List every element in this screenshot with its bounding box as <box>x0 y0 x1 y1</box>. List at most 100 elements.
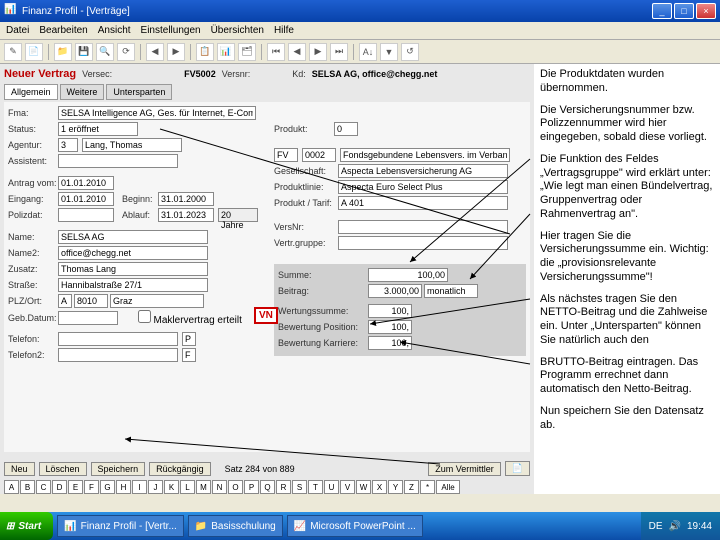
tool-first[interactable]: ⏮ <box>267 43 285 61</box>
abk-button[interactable]: 📄 <box>505 461 530 476</box>
alpha-Y[interactable]: Y <box>388 480 403 494</box>
beginn-input[interactable] <box>158 192 214 206</box>
alpha-R[interactable]: R <box>276 480 291 494</box>
menu-uebersichten[interactable]: Übersichten <box>211 25 264 36</box>
agentur-name[interactable] <box>82 138 182 152</box>
minimize-button[interactable]: _ <box>652 3 672 19</box>
tarif-input[interactable] <box>338 196 508 210</box>
alpha-I[interactable]: I <box>132 480 147 494</box>
alpha-*[interactable]: * <box>420 480 435 494</box>
tool-filter[interactable]: ▼ <box>380 43 398 61</box>
ablauf-input[interactable] <box>158 208 214 222</box>
task-1[interactable]: 📊Finanz Profil - [Vertr... <box>57 515 184 537</box>
task-3[interactable]: 📈Microsoft PowerPoint ... <box>287 515 423 537</box>
alpha-G[interactable]: G <box>100 480 115 494</box>
bewkar-input[interactable] <box>368 336 412 350</box>
produkt-input[interactable] <box>334 122 358 136</box>
alpha-E[interactable]: E <box>68 480 83 494</box>
tool-sort[interactable]: A↓ <box>359 43 377 61</box>
rueck-button[interactable]: Rückgängig <box>149 462 211 476</box>
alpha-X[interactable]: X <box>372 480 387 494</box>
telefon-input[interactable] <box>58 332 178 346</box>
fv-text[interactable] <box>340 148 510 162</box>
name2-input[interactable] <box>58 246 208 260</box>
lang-indicator[interactable]: DE <box>649 521 663 532</box>
menu-hilfe[interactable]: Hilfe <box>274 25 294 36</box>
produktlinie-input[interactable] <box>338 180 508 194</box>
tool-last[interactable]: ⏭ <box>330 43 348 61</box>
assistent-input[interactable] <box>58 154 178 168</box>
task-2[interactable]: 📁Basisschulung <box>188 515 283 537</box>
tab-weitere[interactable]: Weitere <box>60 84 105 100</box>
agentur-num[interactable] <box>58 138 78 152</box>
alpha-L[interactable]: L <box>180 480 195 494</box>
tool-next[interactable]: ▶ <box>309 43 327 61</box>
alpha-F[interactable]: F <box>84 480 99 494</box>
menu-bearbeiten[interactable]: Bearbeiten <box>39 25 87 36</box>
tool-7[interactable]: ◀ <box>146 43 164 61</box>
zusatz-input[interactable] <box>58 262 208 276</box>
alpha-D[interactable]: D <box>52 480 67 494</box>
alpha-J[interactable]: J <box>148 480 163 494</box>
close-button[interactable]: × <box>696 3 716 19</box>
menu-ansicht[interactable]: Ansicht <box>98 25 131 36</box>
tool-prev[interactable]: ◀ <box>288 43 306 61</box>
start-button[interactable]: ⊞ Start <box>0 512 53 540</box>
alpha-Q[interactable]: Q <box>260 480 275 494</box>
tool-3[interactable]: 📁 <box>54 43 72 61</box>
telefon2-input[interactable] <box>58 348 178 362</box>
status-input[interactable] <box>58 122 138 136</box>
tool-10[interactable]: 📊 <box>217 43 235 61</box>
polizdat-input[interactable] <box>58 208 114 222</box>
alpha-T[interactable]: T <box>308 480 323 494</box>
alpha-U[interactable]: U <box>324 480 339 494</box>
maximize-button[interactable]: □ <box>674 3 694 19</box>
makler-checkbox[interactable] <box>138 310 151 323</box>
tool-1[interactable]: ✎ <box>4 43 22 61</box>
alpha-V[interactable]: V <box>340 480 355 494</box>
zum-vermittler-button[interactable]: Zum Vermittler <box>428 462 501 476</box>
alpha-N[interactable]: N <box>212 480 227 494</box>
loeschen-button[interactable]: Löschen <box>39 462 87 476</box>
tool-4[interactable]: 💾 <box>75 43 93 61</box>
eingang-input[interactable] <box>58 192 114 206</box>
tool-6[interactable]: ⟳ <box>117 43 135 61</box>
neu-button[interactable]: Neu <box>4 462 35 476</box>
beitrag-zw[interactable] <box>424 284 478 298</box>
strasse-input[interactable] <box>58 278 208 292</box>
alpha-A[interactable]: A <box>4 480 19 494</box>
alpha-B[interactable]: B <box>20 480 35 494</box>
alpha-K[interactable]: K <box>164 480 179 494</box>
tool-5[interactable]: 🔍 <box>96 43 114 61</box>
alpha-P[interactable]: P <box>244 480 259 494</box>
tool-2[interactable]: 📄 <box>25 43 43 61</box>
telefon2-type[interactable] <box>182 348 196 362</box>
alpha-O[interactable]: O <box>228 480 243 494</box>
land-input[interactable] <box>58 294 72 308</box>
alpha-H[interactable]: H <box>116 480 131 494</box>
wert-input[interactable] <box>368 304 412 318</box>
summe-input[interactable] <box>368 268 448 282</box>
menu-einstellungen[interactable]: Einstellungen <box>141 25 201 36</box>
beitrag-input[interactable] <box>368 284 422 298</box>
alpha-Z[interactable]: Z <box>404 480 419 494</box>
tool-9[interactable]: 📋 <box>196 43 214 61</box>
menu-datei[interactable]: Datei <box>6 25 29 36</box>
tool-8[interactable]: ▶ <box>167 43 185 61</box>
name-input[interactable] <box>58 230 208 244</box>
tool-11[interactable]: 🗂 <box>238 43 256 61</box>
speichern-button[interactable]: Speichern <box>91 462 146 476</box>
plz-input[interactable] <box>74 294 108 308</box>
vertrgrp-input[interactable] <box>338 236 508 250</box>
alpha-W[interactable]: W <box>356 480 371 494</box>
bewpos-input[interactable] <box>368 320 412 334</box>
versnr-input[interactable] <box>338 220 508 234</box>
fma-input[interactable] <box>58 106 256 120</box>
tab-untersparten[interactable]: Untersparten <box>106 84 172 100</box>
antrag-input[interactable] <box>58 176 114 190</box>
tray-icon[interactable]: 🔊 <box>669 521 681 532</box>
ort-input[interactable] <box>110 294 204 308</box>
telefon-type[interactable] <box>182 332 196 346</box>
alpha-M[interactable]: M <box>196 480 211 494</box>
tool-reset[interactable]: ↺ <box>401 43 419 61</box>
